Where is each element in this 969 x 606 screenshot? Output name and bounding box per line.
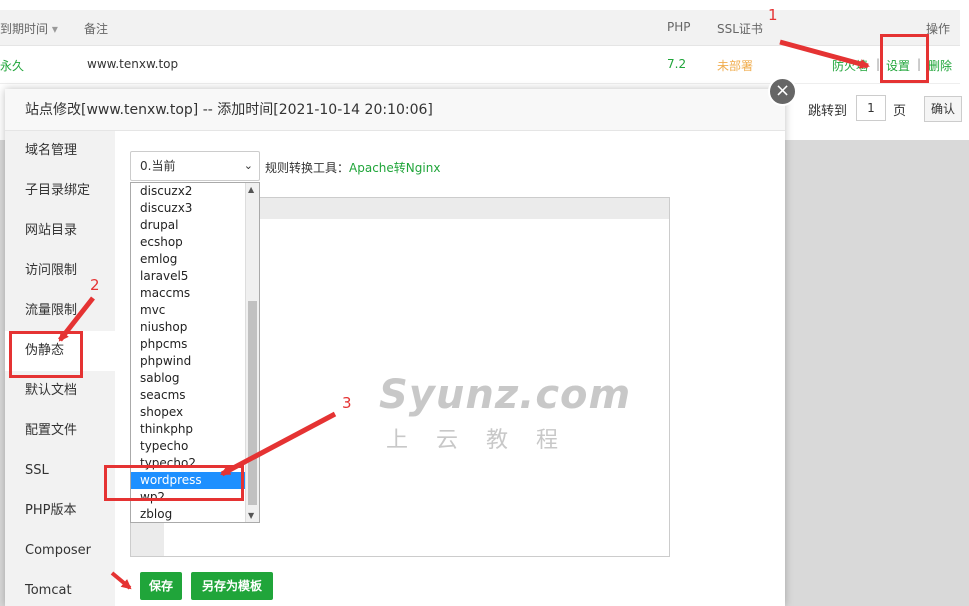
header-expire[interactable]: 到期时间 ▾ <box>0 20 58 37</box>
scroll-down-icon[interactable]: ▼ <box>248 511 254 520</box>
header-ssl: SSL证书 <box>717 22 763 36</box>
cell-php[interactable]: 7.2 <box>667 57 686 71</box>
annotation-box-wordpress <box>104 465 244 501</box>
close-icon[interactable]: × <box>768 77 797 106</box>
dropdown-option[interactable]: laravel5 <box>131 268 246 285</box>
dropdown-option[interactable]: discuzx2 <box>131 183 246 200</box>
annotation-number-3: 3 <box>342 394 352 412</box>
dropdown-option[interactable]: typecho <box>131 438 246 455</box>
convert-link[interactable]: Apache转Nginx <box>349 161 440 175</box>
page-input[interactable]: 1 <box>856 95 886 121</box>
annotation-box-settings <box>880 34 929 83</box>
dropdown-option[interactable]: sablog <box>131 370 246 387</box>
nav-tomcat[interactable]: Tomcat <box>5 571 115 606</box>
page-unit: 页 <box>893 104 907 119</box>
scroll-up-icon[interactable]: ▲ <box>248 185 254 194</box>
dropdown-option[interactable]: emlog <box>131 251 246 268</box>
convert-label: 规则转换工具： <box>265 161 350 175</box>
dropdown-option[interactable]: ecshop <box>131 234 246 251</box>
delete-link[interactable]: 删除 <box>928 57 952 74</box>
save-button[interactable]: 保存 <box>140 572 182 600</box>
cell-expire: 永久 <box>0 59 25 73</box>
nav-php-version[interactable]: PHP版本 <box>5 491 115 531</box>
nav-ssl[interactable]: SSL <box>5 451 115 491</box>
rewrite-template-select[interactable]: 0.当前 ⌄ <box>130 151 260 181</box>
nav-webroot[interactable]: 网站目录 <box>5 211 115 251</box>
annotation-number-1: 1 <box>768 6 778 24</box>
dropdown-option[interactable]: maccms <box>131 285 246 302</box>
nav-subdir[interactable]: 子目录绑定 <box>5 171 115 211</box>
nav-composer[interactable]: Composer <box>5 531 115 571</box>
nav-config-file[interactable]: 配置文件 <box>5 411 115 451</box>
site-edit-modal: 站点修改[www.tenxw.top] -- 添加时间[2021-10-14 2… <box>5 89 785 606</box>
select-value: 0.当前 <box>140 159 176 173</box>
dropdown-option[interactable]: niushop <box>131 319 246 336</box>
watermark-subtext: 上云教程 <box>386 428 587 453</box>
dropdown-option[interactable]: shopex <box>131 404 246 421</box>
dropdown-option[interactable]: zblog <box>131 506 246 522</box>
firewall-link[interactable]: 防火墙 <box>832 57 868 74</box>
dropdown-option[interactable]: phpwind <box>131 353 246 370</box>
header-php: PHP <box>667 20 691 34</box>
confirm-button[interactable]: 确认 <box>924 96 962 122</box>
header-ops: 操作 <box>926 22 951 36</box>
chevron-down-icon: ⌄ <box>243 159 253 172</box>
pagination: 跳转到 1 页 确认 <box>780 92 969 132</box>
nav-domain[interactable]: 域名管理 <box>5 131 115 171</box>
nav-traffic-limit[interactable]: 流量限制 <box>5 291 115 331</box>
cell-ssl[interactable]: 未部署 <box>717 57 753 74</box>
rewrite-panel: 0.当前 ⌄ 规则转换工具：Apache转Nginx Syunz.com 上云教… <box>115 131 785 606</box>
jump-label: 跳转到 <box>808 104 848 119</box>
annotation-box-rewrite <box>9 331 83 378</box>
dropdown-option[interactable]: thinkphp <box>131 421 246 438</box>
table-header: 到期时间 ▾ 备注 PHP SSL证书 操作 <box>0 10 960 46</box>
scrollbar-thumb[interactable] <box>248 301 257 505</box>
dropdown-option[interactable]: drupal <box>131 217 246 234</box>
dropdown-scrollbar[interactable]: ▲ ▼ <box>245 183 259 522</box>
dropdown-option[interactable]: seacms <box>131 387 246 404</box>
dropdown-option[interactable]: mvc <box>131 302 246 319</box>
header-note: 备注 <box>84 22 109 36</box>
table-row: 永久 www.tenxw.top 7.2 未部署 防火墙 | 设置 | 删除 <box>0 46 960 84</box>
dropdown-option[interactable]: phpcms <box>131 336 246 353</box>
convert-tool: 规则转换工具：Apache转Nginx <box>265 159 440 176</box>
cell-note: www.tenxw.top <box>87 57 179 71</box>
modal-title: 站点修改[www.tenxw.top] -- 添加时间[2021-10-14 2… <box>5 89 785 131</box>
save-as-template-button[interactable]: 另存为模板 <box>191 572 273 600</box>
annotation-number-2: 2 <box>90 276 100 294</box>
watermark-text: Syunz.com <box>379 372 632 418</box>
dropdown-option[interactable]: discuzx3 <box>131 200 246 217</box>
